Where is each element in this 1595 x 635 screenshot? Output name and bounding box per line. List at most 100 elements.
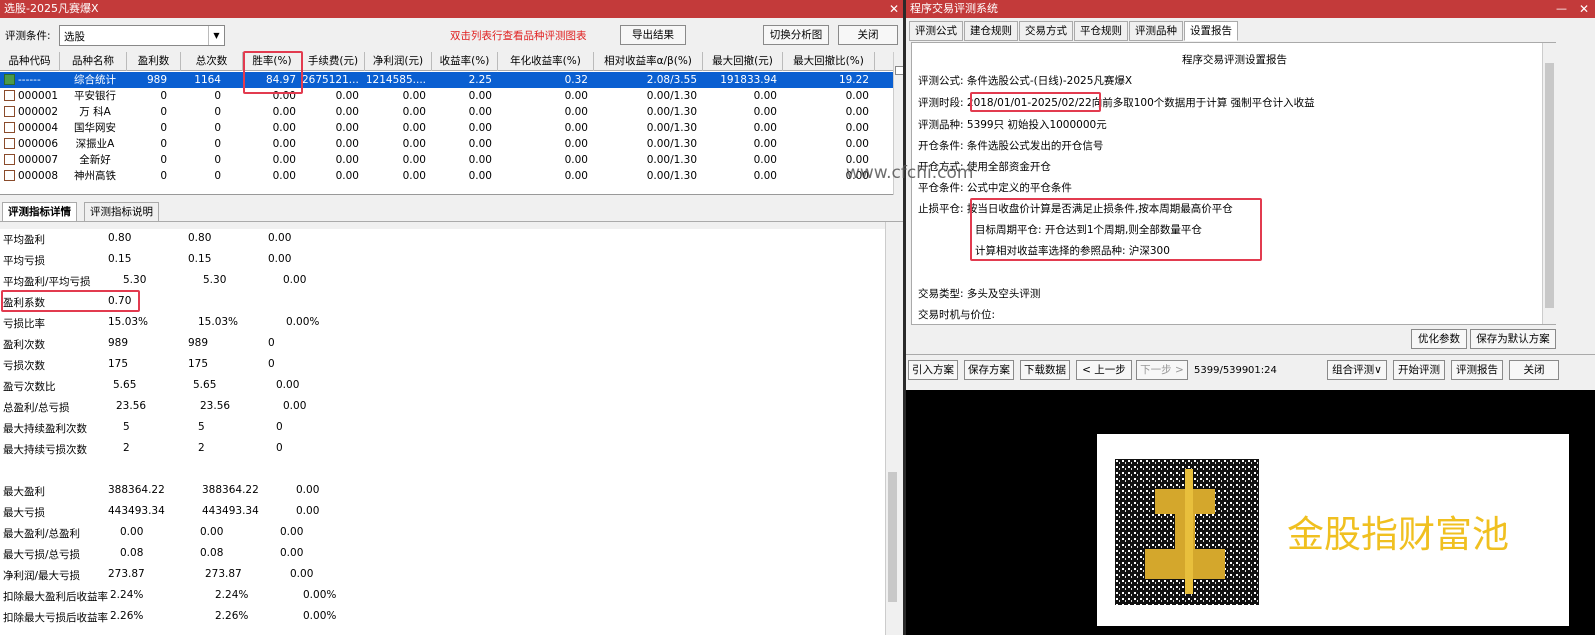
switch-chart-button[interactable]: 切换分析图 [763, 25, 829, 45]
tab-6[interactable]: 设置报告 [1184, 21, 1238, 41]
brand-banner: 金股指财富池 [1097, 434, 1569, 626]
column-header[interactable]: 盈利数 [127, 52, 181, 71]
right-close-button[interactable]: 关闭 [1509, 360, 1559, 380]
column-header[interactable]: 年化收益率(%) [498, 52, 594, 71]
table-row[interactable]: 000008 神州高铁 0 0 0.00 0.00 0.00 0.00 0.00 0.00/1.3… [0, 168, 893, 184]
combo-eval-button[interactable]: 组合评测∨ [1327, 360, 1387, 380]
metric-row: 盈利系数 0.70 [0, 292, 880, 313]
table-cell: ------ [18, 74, 41, 86]
period-line: 评测时段: 2018/01/01-2025/02/22向前多取100个数据用于计… [918, 97, 1315, 109]
tab-metric-explain[interactable]: 评测指标说明 [84, 202, 159, 222]
metric-value: 5.30 [203, 274, 227, 286]
save-plan-button[interactable]: 保存方案 [964, 360, 1014, 380]
table-cell: 0.00 [564, 90, 588, 102]
table-cell: 0 [214, 154, 221, 166]
export-button[interactable]: 导出结果 [620, 25, 686, 45]
row-checkbox[interactable] [4, 170, 15, 181]
row-checkbox[interactable] [4, 74, 15, 85]
eval-report-button[interactable]: 评测报告 [1451, 360, 1503, 380]
row-checkbox[interactable] [4, 106, 15, 117]
column-header[interactable]: 胜率(%) [243, 52, 302, 71]
row-checkbox[interactable] [4, 154, 15, 165]
tab-metric-detail[interactable]: 评测指标详情 [2, 202, 77, 222]
benchmark-line: 计算相对收益率选择的参照品种: 沪深300 [975, 245, 1170, 257]
metric-label: 平均盈利/平均亏损 [3, 276, 91, 288]
close-icon[interactable]: ✕ [1579, 0, 1589, 18]
table-cell: 0.00 [335, 138, 359, 150]
table-cell: 0.00/1.30 [646, 90, 697, 102]
import-button[interactable]: 引入方案 [908, 360, 958, 380]
metric-value: 15.03% [108, 316, 149, 328]
table-cell: 0 [160, 138, 167, 150]
tab-4[interactable]: 平仓规则 [1074, 21, 1128, 41]
table-cell: 国华网安 [74, 122, 116, 134]
metric-row: 扣除最大盈利后收益率 2.24% 2.24% 0.00% [0, 586, 880, 607]
row-checkbox[interactable] [4, 138, 15, 149]
metric-row: 亏损比率 15.03% 15.03% 0.00% [0, 313, 880, 334]
condition-select[interactable]: 选股 ▼ [59, 25, 225, 46]
metrics-scroll-thumb[interactable] [888, 472, 897, 602]
table-cell: 0.00 [272, 138, 296, 150]
download-button[interactable]: 下载数据 [1020, 360, 1070, 380]
column-header[interactable]: 品种名称 [60, 52, 127, 71]
table-row[interactable]: 000004 国华网安 0 0 0.00 0.00 0.00 0.00 0.00 0.00/1.3… [0, 120, 893, 136]
metric-row: 平均盈利/平均亏损 5.30 5.30 0.00 [0, 271, 880, 292]
metric-label: 最大持续盈利次数 [3, 423, 87, 435]
table-row[interactable]: 000002 万 科A 0 0 0.00 0.00 0.00 0.00 0.00 0.00/1.3… [0, 104, 893, 120]
tab-2[interactable]: 建仓规则 [964, 21, 1018, 41]
metrics-scrollbar[interactable] [885, 222, 899, 635]
column-header[interactable]: 相对收益率α/β(%) [594, 52, 703, 71]
row-checkbox[interactable] [4, 122, 15, 133]
close-icon[interactable]: ✕ [889, 0, 899, 18]
metric-value: 0.00% [303, 610, 337, 622]
tab-3[interactable]: 交易方式 [1019, 21, 1073, 41]
prev-step-button[interactable]: < 上一步 [1076, 360, 1132, 380]
column-header[interactable]: 最大回撤(元) [703, 52, 783, 71]
table-cell: 0.00/1.30 [646, 170, 697, 182]
tab-1[interactable]: 评测公式 [909, 21, 963, 41]
right-titlebar: 程序交易评测系统 — ✕ [906, 0, 1595, 18]
metric-value: 0.70 [108, 295, 132, 307]
metric-row: 平均盈利 0.80 0.80 0.00 [0, 229, 880, 250]
metric-value: 2 [198, 442, 205, 454]
table-row[interactable]: ------ 综合统计 989 1164 84.97 2675121.... 1214585… [0, 72, 893, 88]
metric-value: 0.00 [268, 232, 292, 244]
metric-value: 15.03% [198, 316, 239, 328]
table-cell: 000002 [18, 106, 59, 118]
table-cell: 0.00 [468, 122, 492, 134]
report-scrollbar[interactable] [1542, 43, 1556, 324]
column-header[interactable]: 最大回撤比(%) [783, 52, 875, 71]
metric-label: 总盈利/总亏损 [3, 402, 70, 414]
report-scroll-thumb[interactable] [1545, 63, 1554, 308]
metric-label: 最大亏损 [3, 507, 45, 519]
metric-value: 23.56 [200, 400, 231, 412]
close-button[interactable]: 关闭 [838, 25, 898, 45]
table-header: 品种代码 品种名称 盈利数 总次数 胜率(%) 手续费(元) 净利润(元) 收益率(%) 年化收… [0, 52, 893, 71]
metric-row [0, 460, 880, 481]
metric-row: 最大盈利/总盈利 0.00 0.00 0.00 [0, 523, 880, 544]
table-row[interactable]: 000001 平安银行 0 0 0.00 0.00 0.00 0.00 0.00 0.00/1.3… [0, 88, 893, 104]
row-checkbox[interactable] [4, 90, 15, 101]
optimize-button[interactable]: 优化参数 [1411, 329, 1467, 349]
minimize-icon[interactable]: — [1556, 0, 1567, 18]
brand-logo [1115, 459, 1259, 605]
table-cell: 2675121.... [302, 74, 359, 86]
tab-5[interactable]: 评测品种 [1129, 21, 1183, 41]
next-step-button[interactable]: 下一步 > [1136, 360, 1188, 380]
column-header[interactable]: 手续费(元) [302, 52, 365, 71]
column-header[interactable]: 净利润(元) [365, 52, 432, 71]
table-row[interactable]: 000007 全新好 0 0 0.00 0.00 0.00 0.00 0.00 0.00/1.30… [0, 152, 893, 168]
bottom-divider [906, 354, 1595, 355]
column-header[interactable]: 收益率(%) [432, 52, 498, 71]
save-default-button[interactable]: 保存为默认方案 [1470, 329, 1556, 349]
table-cell: 0.00 [468, 90, 492, 102]
table-cell: 0.00 [402, 138, 426, 150]
column-header[interactable]: 总次数 [181, 52, 243, 71]
metric-value: 0.00 [280, 526, 304, 538]
start-eval-button[interactable]: 开始评测 [1393, 360, 1445, 380]
metric-value: 0.00% [286, 316, 320, 328]
condition-label: 评测条件: [5, 30, 51, 42]
table-row[interactable]: 000006 深振业A 0 0 0.00 0.00 0.00 0.00 0.00 0.00/1.3… [0, 136, 893, 152]
metric-row: 最大持续亏损次数 2 2 0 [0, 439, 880, 460]
column-header[interactable]: 品种代码 [0, 52, 60, 71]
